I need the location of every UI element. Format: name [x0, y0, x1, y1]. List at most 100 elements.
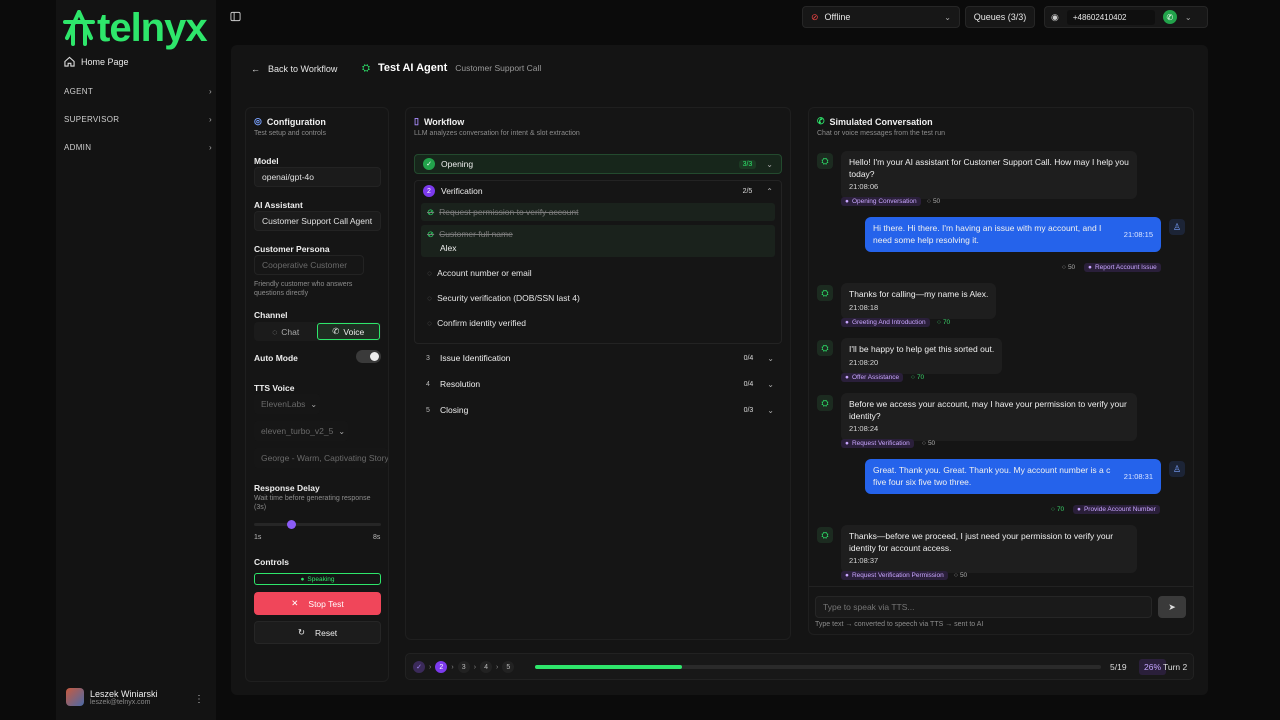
model-select[interactable]: openai/gpt-4o — [254, 167, 381, 187]
tts-voice-select[interactable]: George - Warm, Captivating Storyteller — [254, 448, 388, 468]
phone-icon: ✆ — [817, 116, 825, 126]
page-subtitle: Customer Support Call — [455, 63, 542, 73]
channel-chat-button[interactable]: ◌ Chat — [255, 323, 317, 340]
assistant-label: AI Assistant — [254, 200, 303, 210]
confidence-icon: ○ — [927, 198, 931, 205]
stage-verification-header[interactable]: 2 Verification 2/5 ⌃ — [415, 181, 781, 201]
slot-item-account: ○ Account number or email — [421, 263, 775, 283]
sidebar-toggle-icon[interactable] — [230, 11, 241, 25]
bot-avatar-icon: ⛭ — [817, 340, 833, 356]
slider-handle[interactable] — [286, 520, 296, 529]
confidence-icon: ○ — [911, 374, 915, 381]
telnyx-logo[interactable]: telnyx — [63, 8, 208, 48]
phone-icon: ✆ — [332, 326, 340, 336]
stage-issue-identification[interactable]: 3 Issue Identification 0/4 ⌄ — [414, 348, 782, 368]
status-label: Offline — [824, 12, 851, 22]
slot-label: Security verification (DOB/SSN last 4) — [437, 293, 580, 303]
tts-provider-select[interactable]: ElevenLabs ⌄ — [254, 394, 320, 414]
channel-voice-button[interactable]: ✆ Voice — [316, 323, 380, 340]
check-circle-icon[interactable]: ✓ — [413, 661, 425, 673]
slot-value: Alex — [440, 243, 457, 253]
step-indicator[interactable]: 5 — [502, 661, 515, 673]
settings-icon: ◎ — [254, 116, 262, 126]
tts-model-select[interactable]: eleven_turbo_v2_5 ⌄ — [254, 421, 348, 441]
assistant-select[interactable]: Customer Support Call Agent — [254, 211, 381, 231]
call-icon[interactable]: ✆ — [1162, 10, 1177, 24]
sidebar: telnyx Home Page AGENT › SUPERVISOR › ADMI… — [56, 0, 216, 720]
auto-mode-toggle[interactable] — [356, 350, 381, 363]
check-circle-icon: ⊘ — [427, 206, 435, 217]
workflow-icon: ▯ — [414, 116, 419, 126]
nav-section-supervisor[interactable]: SUPERVISOR › — [64, 115, 212, 124]
confidence-value: 70 — [942, 319, 951, 326]
conversation-title: Simulated Conversation — [829, 116, 933, 127]
user-profile[interactable]: Leszek Winiarski leszek@telnyx.com — [66, 688, 158, 706]
message-time: 21:08:15 — [1123, 230, 1153, 240]
stop-test-button[interactable]: ✕ Stop Test — [254, 592, 381, 615]
progress-count: 5/19 — [1110, 662, 1127, 672]
chevron-down-icon: ⌄ — [766, 159, 773, 169]
delay-label: Response Delay — [254, 483, 320, 493]
confidence-score: ○ 70 — [937, 319, 950, 326]
chevron-down-icon: ⌄ — [338, 426, 346, 436]
nav-home-page[interactable]: Home Page — [64, 56, 129, 67]
stage-number: 3 — [426, 354, 430, 362]
nav-section-label: AGENT — [64, 87, 94, 96]
stage-name: Closing — [440, 405, 469, 415]
stage-count: 0/3 — [743, 406, 754, 414]
chat-label: Chat — [281, 326, 300, 337]
queues-label: Queues (3/3) — [973, 12, 1027, 22]
stage-number: 5 — [426, 406, 430, 414]
reset-button[interactable]: ↻ Reset — [254, 621, 381, 644]
auto-mode-label: Auto Mode — [254, 353, 298, 363]
workflow-panel: ▯ Workflow LLM analyzes conversation for … — [405, 107, 791, 640]
page-header: ⛭ Test AI Agent Customer Support Call — [362, 62, 541, 74]
input-hint: Type text → converted to speech via TTS … — [815, 621, 984, 628]
close-icon: ✕ — [291, 598, 299, 608]
stage-name: Resolution — [440, 379, 481, 389]
step-indicator[interactable]: 3 — [457, 661, 470, 673]
persona-label: Customer Persona — [254, 244, 330, 254]
back-to-workflow-link[interactable]: ← Back to Workflow — [251, 64, 337, 74]
conversation-subtitle: Chat or voice messages from the test run — [817, 130, 945, 137]
nav-section-agent[interactable]: AGENT › — [64, 87, 212, 96]
stage-verification: 2 Verification 2/5 ⌃ ⊘ Request permission… — [414, 180, 782, 344]
stage-closing[interactable]: 5 Closing 0/3 ⌄ — [414, 400, 782, 420]
refresh-icon: ↻ — [297, 627, 305, 637]
empty-circle-icon: ○ — [427, 268, 433, 278]
progress-track — [535, 665, 1101, 669]
chevron-down-icon: ⌄ — [310, 399, 318, 409]
nav-section-label: SUPERVISOR — [64, 115, 120, 124]
intent-tag: ● Provide Account Number — [1073, 505, 1160, 514]
chevron-down-icon: ⌄ — [767, 405, 774, 415]
phone-number[interactable]: +48602410402 — [1066, 9, 1155, 25]
conversation-panel: ✆ Simulated Conversation Chat or voice me… — [808, 107, 1194, 635]
stage-resolution[interactable]: 4 Resolution 0/4 ⌄ — [414, 374, 782, 394]
user-avatar-icon: ♙ — [1169, 219, 1185, 235]
configuration-panel: ◎ Configuration Test setup and controls M… — [245, 107, 389, 682]
persona-select[interactable]: Cooperative Customer — [254, 255, 364, 275]
chat-message-user: Hi there. Hi there. I'm having an issue … — [865, 217, 1161, 252]
tts-message-input[interactable] — [815, 596, 1152, 618]
stage-number: 2 — [423, 185, 435, 197]
more-options-icon[interactable]: ⋮ — [194, 694, 204, 705]
stage-opening[interactable]: ✓ Opening 3/3 ⌄ — [414, 154, 782, 174]
status-dropdown[interactable]: ⊘ Offline ⌄ — [802, 6, 960, 28]
step-indicator[interactable]: 2 — [435, 661, 448, 673]
nav-section-admin[interactable]: ADMIN › — [64, 143, 212, 152]
chevron-down-icon[interactable]: ⌄ — [1185, 13, 1192, 22]
delay-slider[interactable] — [254, 520, 381, 529]
chevron-up-icon: ⌃ — [766, 186, 773, 196]
user-circle-icon[interactable]: ◉ — [1051, 12, 1059, 23]
model-label: Model — [254, 156, 279, 166]
turn-counter: Turn 2 — [1163, 662, 1188, 672]
intent-tag: ● Report Account Issue — [1084, 263, 1161, 272]
back-label: Back to Workflow — [268, 64, 338, 74]
toggle-knob — [370, 352, 379, 361]
step-indicator[interactable]: 4 — [480, 661, 493, 673]
send-icon[interactable]: ➤ — [1158, 596, 1186, 618]
confidence-icon: ○ — [922, 440, 926, 447]
slot-item-security: ○ Security verification (DOB/SSN last 4) — [421, 288, 775, 308]
nav-home-label: Home Page — [81, 56, 129, 67]
queues-button[interactable]: Queues (3/3) — [965, 6, 1035, 28]
